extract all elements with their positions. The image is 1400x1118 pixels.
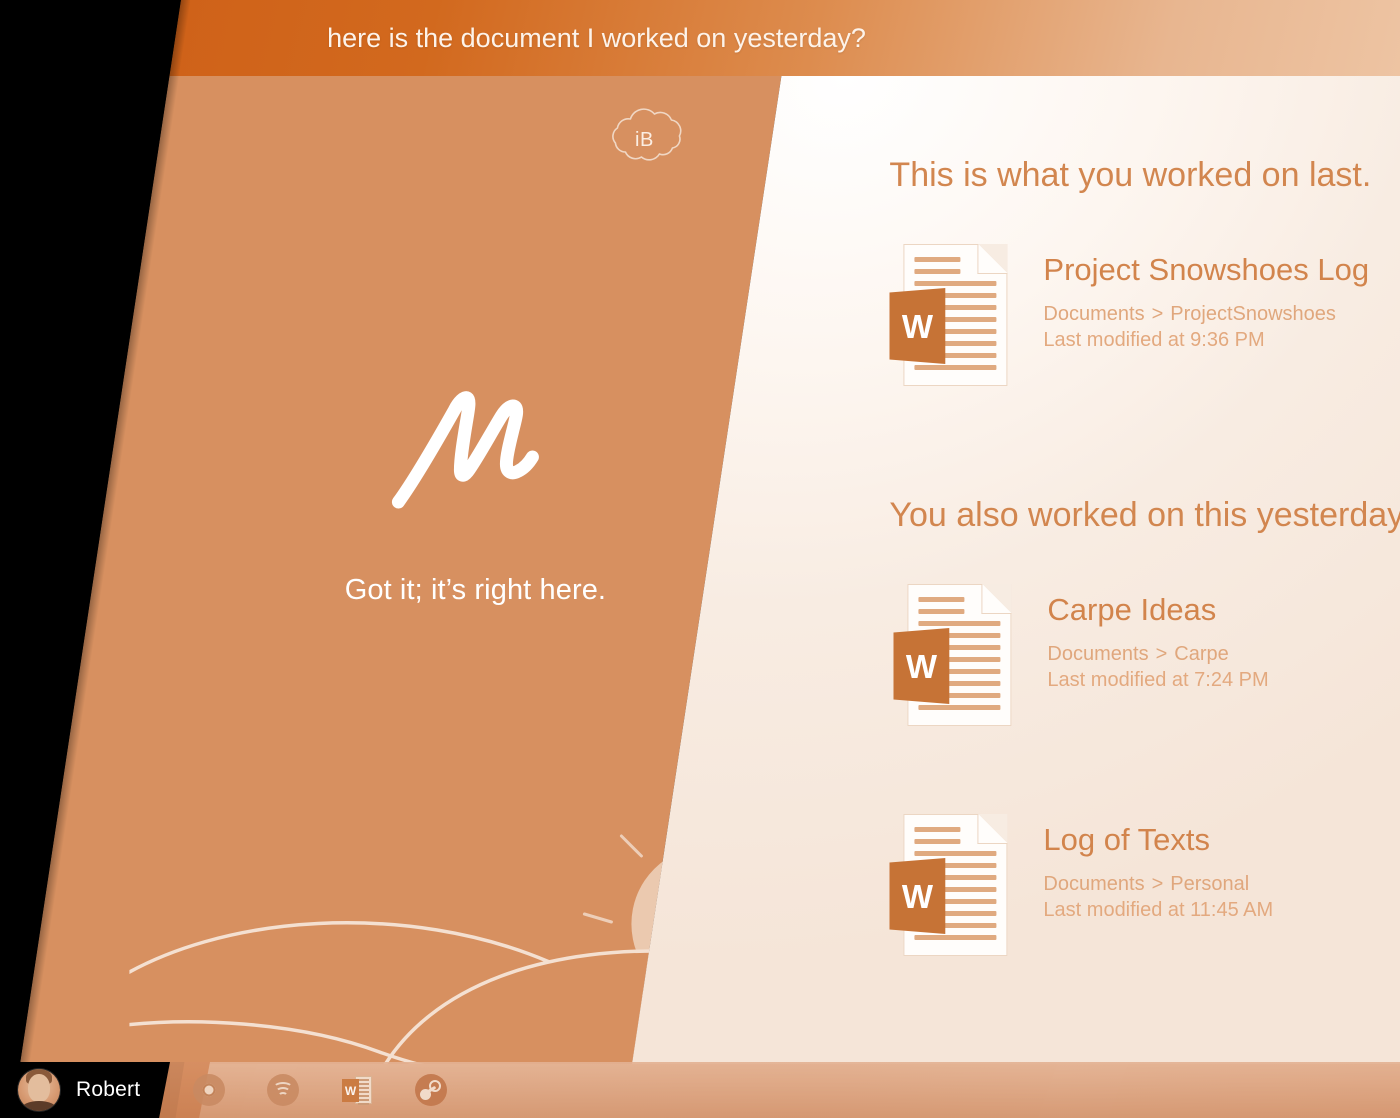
steam-icon[interactable] xyxy=(414,1073,448,1107)
word-icon[interactable]: W xyxy=(340,1073,374,1107)
path-separator: > xyxy=(1151,303,1164,325)
cloud-label: iB xyxy=(635,129,654,151)
path-separator: > xyxy=(1151,873,1164,895)
avatar[interactable] xyxy=(18,1069,60,1111)
chrome-icon[interactable] xyxy=(192,1073,226,1107)
taskbar-user[interactable]: Robert xyxy=(18,1062,140,1118)
path-root: Documents xyxy=(1043,873,1145,895)
document-result-item[interactable]: W Project Snowshoes Log Documents > Projec… xyxy=(889,244,1369,386)
document-modified: Last modified at 11:45 AM xyxy=(1043,898,1274,921)
path-child: Carpe xyxy=(1174,643,1229,665)
document-path: Documents > Carpe xyxy=(1047,642,1268,668)
taskbar-username: Robert xyxy=(76,1078,141,1101)
assistant-logo-icon xyxy=(384,376,564,516)
word-icon-letter: W xyxy=(342,1079,359,1102)
assistant-reply-text: Got it; it’s right here. xyxy=(344,574,607,606)
word-document-icon: W xyxy=(889,814,1008,956)
query-text: here is the document I worked on yesterd… xyxy=(327,22,866,53)
document-modified: Last modified at 7:24 PM xyxy=(1047,668,1269,691)
document-title: Carpe Ideas xyxy=(1047,592,1217,627)
document-modified: Last modified at 9:36 PM xyxy=(1043,328,1265,351)
document-title: Project Snowshoes Log xyxy=(1043,252,1370,287)
word-document-icon: W xyxy=(893,584,1012,726)
document-path: Documents > Personal xyxy=(1043,872,1273,898)
path-root: Documents xyxy=(1047,643,1149,665)
path-child: Personal xyxy=(1170,873,1250,895)
path-child: ProjectSnowshoes xyxy=(1170,303,1336,325)
heading-last-worked: This is what you worked on last. xyxy=(889,156,1372,194)
word-badge-letter: W xyxy=(901,877,933,915)
path-root: Documents xyxy=(1043,303,1145,325)
document-title: Log of Texts xyxy=(1043,822,1211,857)
document-path: Documents > ProjectSnowshoes xyxy=(1043,302,1369,328)
taskbar: W Robert xyxy=(0,1062,1400,1118)
document-result-item[interactable]: W Log of Texts Documents > Personal Last m… xyxy=(889,814,1273,956)
taskbar-app-tray: W xyxy=(159,1062,1400,1118)
word-badge-letter: W xyxy=(905,647,937,685)
cloud-icon: iB xyxy=(591,106,697,172)
heading-yesterday: You also worked on this yesterday... xyxy=(889,496,1400,534)
assistant-window: here is the document I worked on yesterd… xyxy=(0,0,1400,1064)
path-separator: > xyxy=(1155,643,1168,665)
query-bar: here is the document I worked on yesterd… xyxy=(169,0,1400,76)
screen: here is the document I worked on yesterd… xyxy=(0,0,1400,1118)
document-result-item[interactable]: W Carpe Ideas Documents > Carpe Last modif… xyxy=(893,584,1269,726)
word-badge-letter: W xyxy=(901,307,933,345)
spotify-icon[interactable] xyxy=(266,1073,300,1107)
word-document-icon: W xyxy=(889,244,1008,386)
